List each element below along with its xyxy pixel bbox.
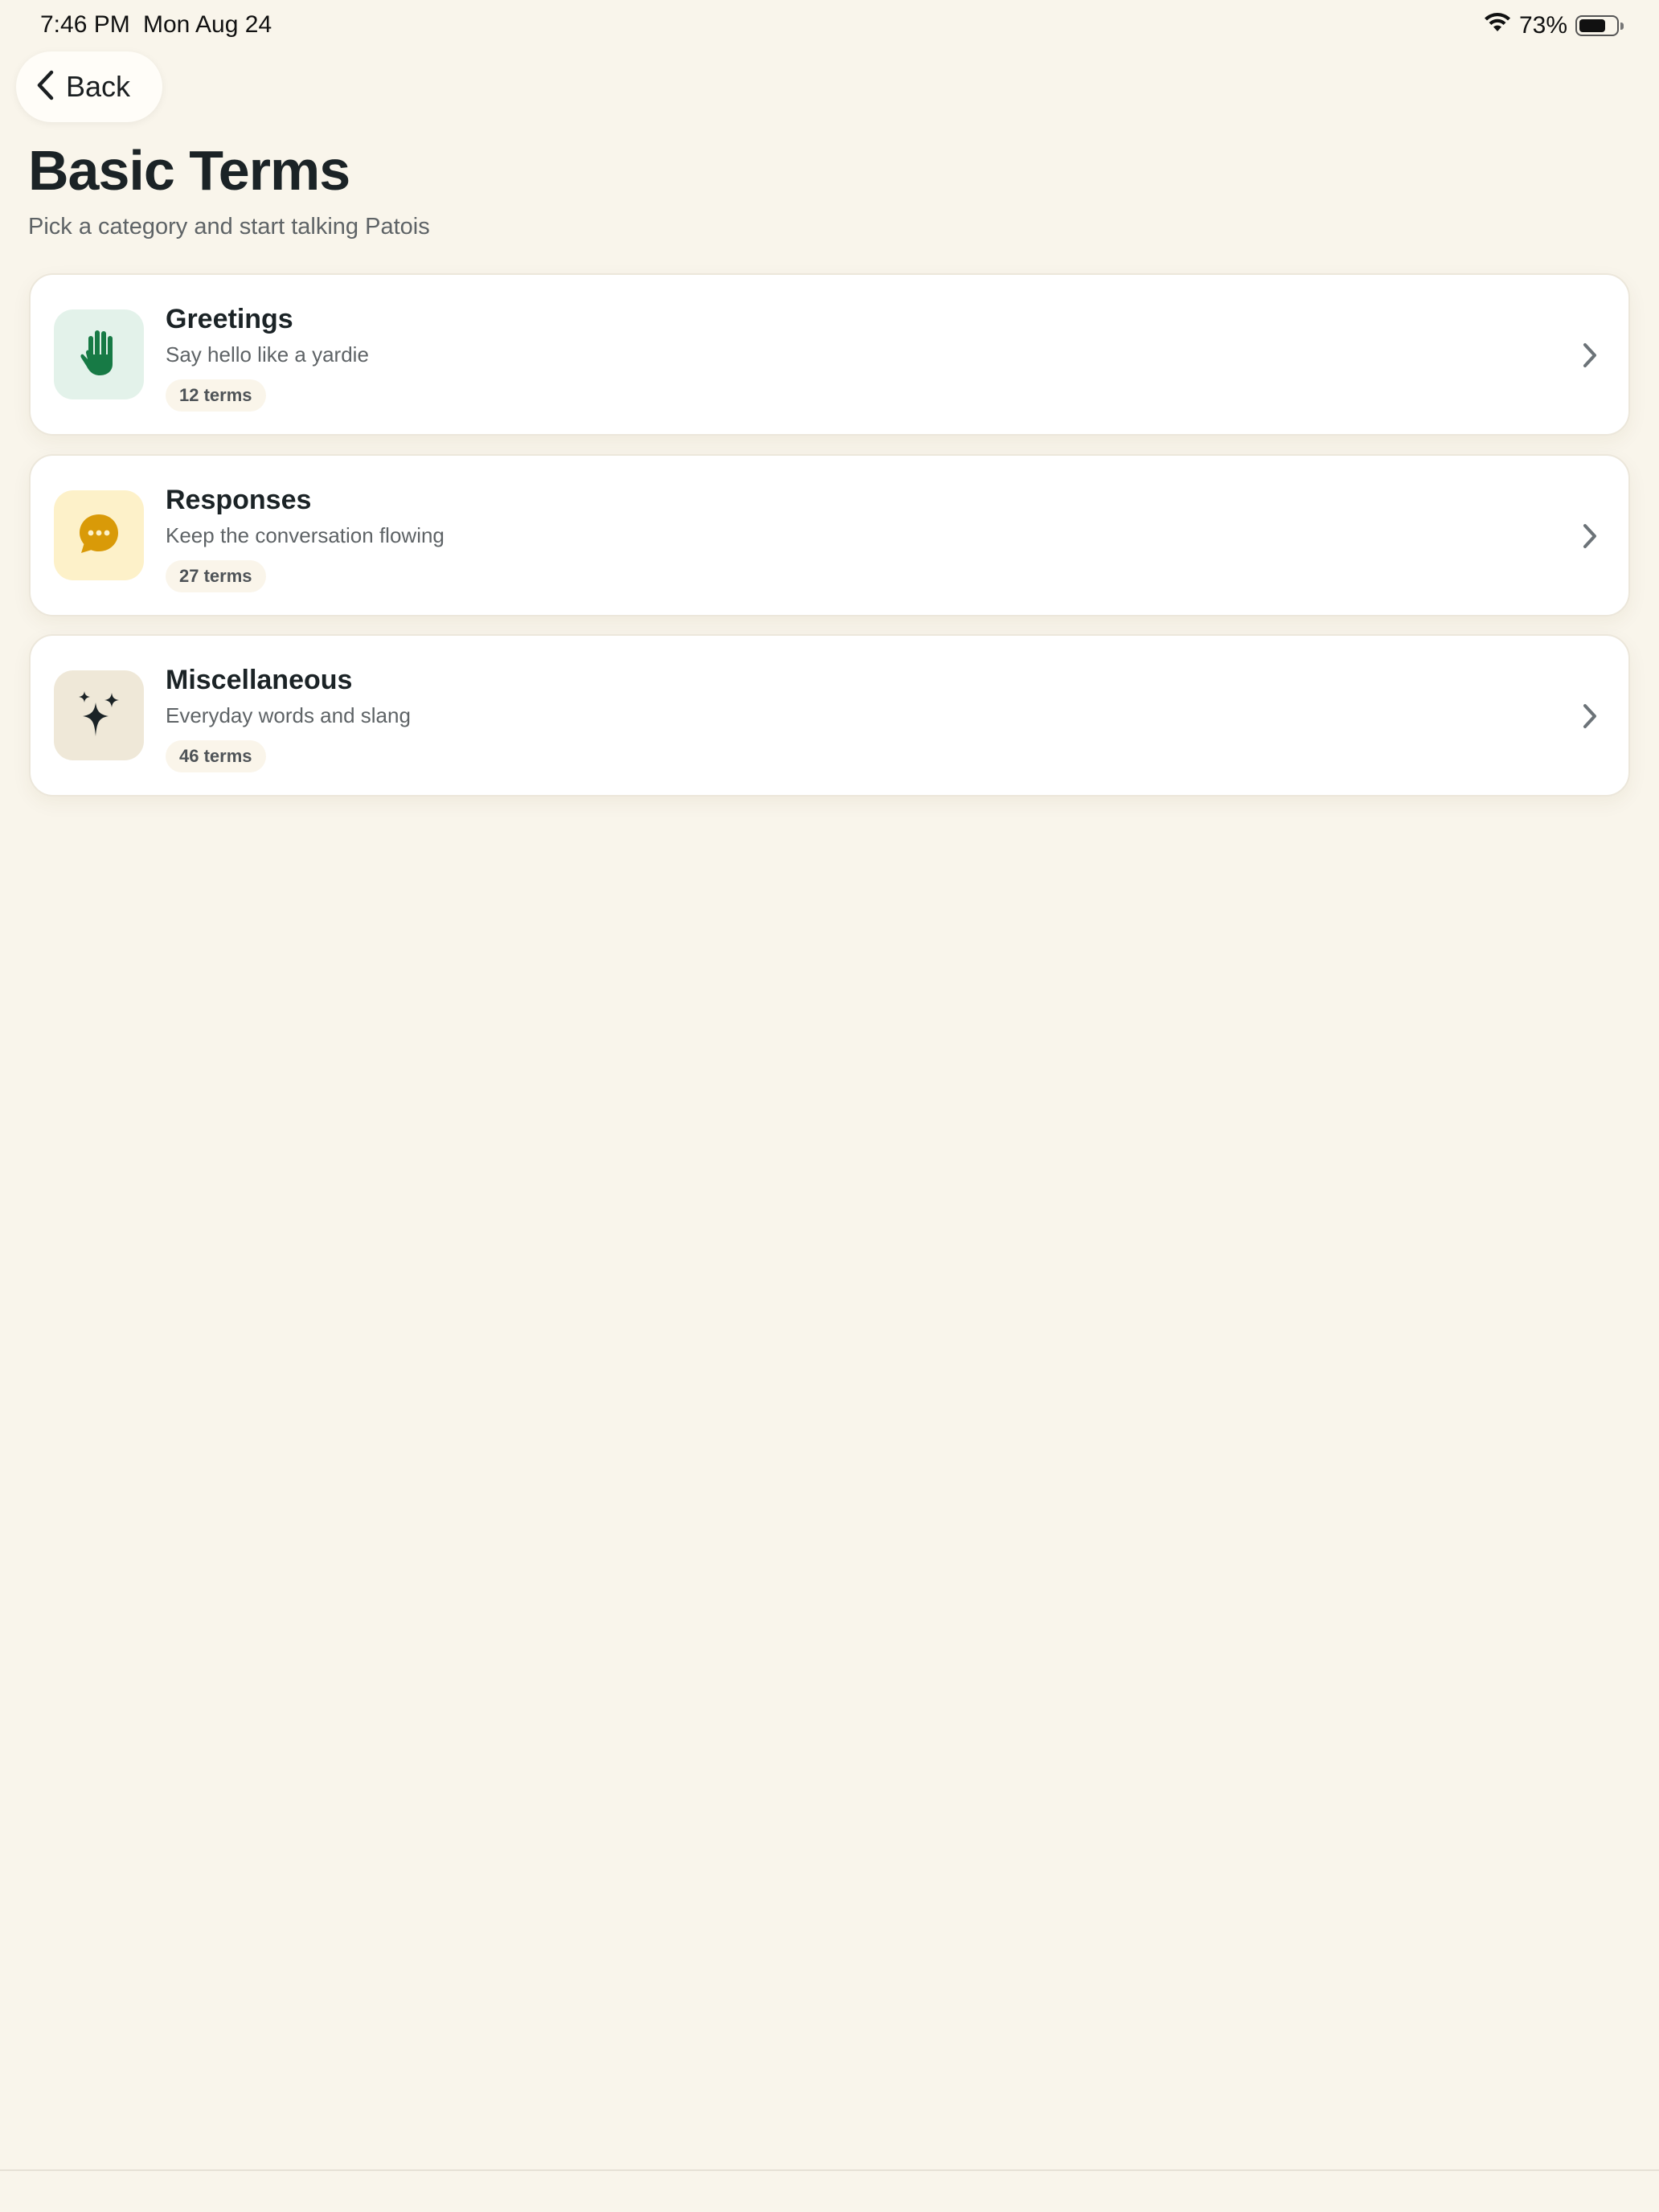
category-description: Everyday words and slang xyxy=(166,703,411,727)
category-title: Greetings xyxy=(166,304,293,334)
wifi-icon xyxy=(1484,12,1511,39)
term-count-badge: 27 terms xyxy=(166,560,266,592)
category-card-miscellaneous[interactable]: Miscellaneous Everyday words and slang 4… xyxy=(29,634,1630,797)
battery-icon xyxy=(1575,15,1624,36)
status-bar: 7:46 PM Mon Aug 24 73% xyxy=(0,0,1659,51)
category-icon-tile xyxy=(54,670,144,760)
sparkles-icon xyxy=(75,690,123,742)
term-count-badge: 12 terms xyxy=(166,379,266,412)
hand-wave-icon xyxy=(78,329,120,381)
category-icon-tile xyxy=(54,490,144,580)
category-title: Miscellaneous xyxy=(166,665,353,695)
chevron-right-icon xyxy=(1580,702,1600,731)
page-subtitle: Pick a category and start talking Patois xyxy=(28,214,430,240)
category-title: Responses xyxy=(166,485,312,515)
battery-level xyxy=(1579,19,1606,32)
category-description: Say hello like a yardie xyxy=(166,342,369,367)
chevron-left-icon xyxy=(35,69,55,105)
category-description: Keep the conversation flowing xyxy=(166,523,444,547)
category-card-greetings[interactable]: Greetings Say hello like a yardie 12 ter… xyxy=(29,273,1630,436)
status-time: 7:46 PM xyxy=(40,11,130,38)
home-indicator-divider xyxy=(0,2169,1659,2171)
category-card-responses[interactable]: Responses Keep the conversation flowing … xyxy=(29,454,1630,616)
status-indicators: 73% xyxy=(1484,10,1624,42)
status-date: Mon Aug 24 xyxy=(143,11,272,38)
back-label: Back xyxy=(66,70,131,103)
chat-bubble-icon xyxy=(77,512,121,559)
category-icon-tile xyxy=(54,309,144,399)
chevron-right-icon xyxy=(1580,522,1600,551)
back-button[interactable]: Back xyxy=(16,51,162,122)
term-count-badge: 46 terms xyxy=(166,740,266,772)
chevron-right-icon xyxy=(1580,341,1600,370)
battery-tip xyxy=(1620,23,1624,30)
battery-percent: 73% xyxy=(1518,12,1567,39)
page-title: Basic Terms xyxy=(28,139,350,202)
